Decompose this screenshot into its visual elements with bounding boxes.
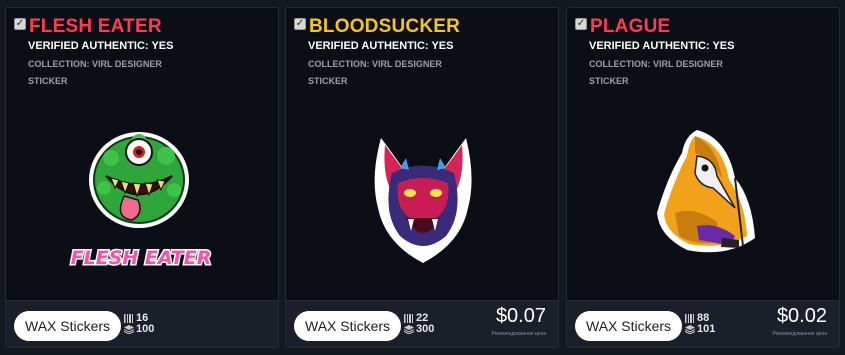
select-checkbox[interactable]: ✓ bbox=[14, 18, 26, 30]
price-note: Рекомендованная цена bbox=[491, 331, 546, 337]
supply-number: 300 bbox=[416, 323, 435, 335]
stack-icon bbox=[124, 325, 134, 334]
sticker-image[interactable] bbox=[286, 118, 558, 288]
card-title: BLOODSUCKER bbox=[309, 16, 461, 37]
green-monster-sticker-icon: FLESH EATER bbox=[69, 132, 213, 271]
verified-label: VERIFIED AUTHENTIC: YES bbox=[308, 40, 454, 52]
select-checkbox[interactable]: ✓ bbox=[294, 18, 306, 30]
mint-stats: 22 300 bbox=[404, 313, 434, 335]
vampire-bat-sticker-icon bbox=[374, 138, 472, 263]
mint-stats: 16 100 bbox=[124, 313, 154, 335]
card-footer: WAX Stickers 88 101 $0.02 Рекомендованна… bbox=[567, 300, 839, 347]
card-footer: WAX Stickers 22 300 $0.07 Рекомендованна… bbox=[286, 300, 558, 347]
collection-button[interactable]: WAX Stickers bbox=[294, 311, 402, 341]
collection-label: COLLECTION: VIRL DESIGNER STICKER bbox=[308, 59, 442, 86]
barcode-icon bbox=[124, 314, 133, 323]
sticker-image[interactable]: FLESH EATER bbox=[6, 118, 278, 288]
collection-label: COLLECTION: VIRL DESIGNER STICKER bbox=[28, 59, 162, 86]
stack-icon bbox=[404, 325, 414, 334]
sticker-text: FLESH EATER bbox=[71, 247, 212, 269]
verified-label: VERIFIED AUTHENTIC: YES bbox=[28, 40, 174, 52]
collection-button[interactable]: WAX Stickers bbox=[575, 311, 683, 341]
price: $0.07 bbox=[495, 305, 546, 327]
nft-card-bloodsucker[interactable]: ✓ BLOODSUCKER VERIFIED AUTHENTIC: YES CO… bbox=[285, 7, 559, 348]
stack-icon bbox=[685, 325, 695, 334]
supply-number: 100 bbox=[136, 323, 155, 335]
card-title: PLAGUE bbox=[590, 16, 671, 37]
nft-card-flesh-eater[interactable]: ✓ FLESH EATER VERIFIED AUTHENTIC: YES CO… bbox=[5, 7, 279, 348]
card-title: FLESH EATER bbox=[29, 16, 162, 37]
verified-label: VERIFIED AUTHENTIC: YES bbox=[589, 40, 735, 52]
nft-card-plague[interactable]: ✓ PLAGUE VERIFIED AUTHENTIC: YES COLLECT… bbox=[566, 7, 840, 348]
collection-label: COLLECTION: VIRL DESIGNER STICKER bbox=[589, 59, 723, 86]
barcode-icon bbox=[404, 314, 413, 323]
select-checkbox[interactable]: ✓ bbox=[575, 18, 587, 30]
plague-doctor-sticker-icon bbox=[657, 130, 755, 253]
supply-number: 101 bbox=[697, 323, 716, 335]
price-note: Рекомендованная цена bbox=[772, 331, 827, 337]
card-footer: WAX Stickers 16 100 bbox=[6, 300, 278, 347]
sticker-image[interactable] bbox=[567, 118, 839, 288]
price: $0.02 bbox=[776, 305, 827, 327]
mint-stats: 88 101 bbox=[685, 313, 715, 335]
collection-button[interactable]: WAX Stickers bbox=[14, 311, 122, 341]
barcode-icon bbox=[685, 314, 694, 323]
